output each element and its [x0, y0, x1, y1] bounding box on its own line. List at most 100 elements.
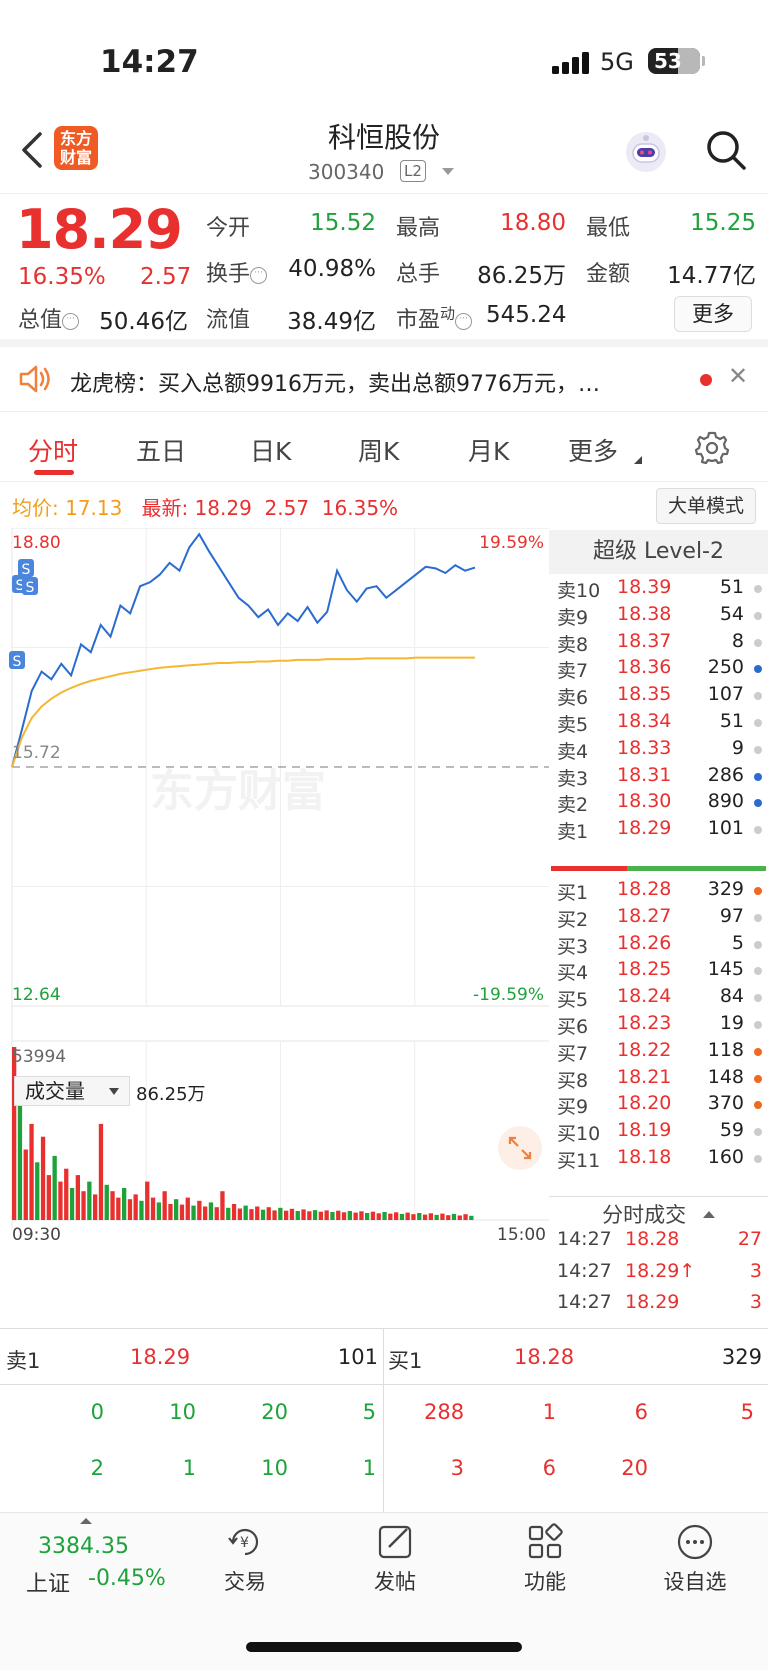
bid-volume: 145: [707, 958, 744, 981]
volume-bar: [23, 1149, 28, 1220]
bid-row[interactable]: 买4 18.25 145: [557, 958, 762, 986]
bid-price: 18.19: [617, 1119, 672, 1142]
ask-price: 18.35: [617, 683, 672, 706]
volume-bar: [52, 1155, 57, 1220]
volume-bar: [29, 1123, 34, 1220]
assistant-robot-icon[interactable]: [624, 130, 668, 174]
tab-intraday[interactable]: 分时: [28, 432, 78, 468]
tab-more[interactable]: 更多: [568, 432, 618, 468]
tab-five-day[interactable]: 五日: [136, 432, 186, 468]
ask-row[interactable]: 卖3 18.31 286: [557, 764, 762, 792]
order-flag-dot: [754, 585, 762, 593]
ask-row[interactable]: 卖4 18.33 9: [557, 737, 762, 765]
ask-level: 卖6: [557, 687, 589, 710]
info-icon[interactable]: ···: [455, 313, 473, 330]
index-name[interactable]: 上证: [26, 1566, 70, 1598]
search-icon[interactable]: [704, 128, 748, 172]
x-tick-start: 09:30: [12, 1225, 61, 1245]
bid-price: 18.20: [617, 1092, 672, 1115]
intraday-chart[interactable]: 东方财富 SS SS 18.80 15.72 12.64 19.59% -19.5…: [0, 528, 549, 1328]
trade-price: 18.29: [625, 1291, 680, 1313]
bid-price: 18.28: [617, 878, 672, 900]
avg-label: 均价:: [12, 496, 59, 520]
trades-title[interactable]: 分时成交: [549, 1196, 768, 1232]
tab-functions[interactable]: 功能: [495, 1522, 595, 1596]
tab-post[interactable]: 发帖: [345, 1522, 445, 1596]
chart-info-line: 均价: 17.13 最新: 18.29 2.57 16.35%: [12, 492, 398, 521]
bid-volume: 97: [719, 904, 744, 927]
bid-row[interactable]: 买10 18.19 59: [557, 1119, 762, 1147]
tab-daily-k[interactable]: 日K: [250, 432, 291, 468]
status-time: 14:27: [100, 44, 199, 80]
order-flag-dot: [754, 1074, 762, 1083]
volume-bar: [330, 1212, 335, 1220]
close-icon[interactable]: ✕: [728, 362, 748, 390]
home-indicator: [246, 1642, 522, 1652]
volume-bar: [214, 1207, 219, 1220]
ask-row[interactable]: 卖6 18.35 107: [557, 683, 762, 711]
volume-bar: [365, 1213, 370, 1220]
bid-level: 买10: [557, 1123, 601, 1146]
bid-row[interactable]: 买3 18.26 5: [557, 932, 762, 960]
volume-bar: [237, 1208, 242, 1220]
trade-time: 14:27: [557, 1259, 612, 1282]
volume-bar: [174, 1199, 179, 1220]
expand-chart-button[interactable]: [498, 1126, 542, 1170]
ask-row[interactable]: 卖2 18.30 890: [557, 790, 762, 818]
open-value: 15.52: [310, 210, 376, 236]
ask-row[interactable]: 卖8 18.37 8: [557, 630, 762, 658]
volume-bar: [150, 1197, 156, 1220]
index-value[interactable]: 3384.35: [38, 1534, 129, 1559]
volume-bar: [220, 1191, 225, 1220]
queue-order-size: 1: [182, 1456, 196, 1480]
level2-badge[interactable]: L2: [400, 160, 426, 182]
index-percent[interactable]: -0.45%: [88, 1566, 166, 1591]
trade-price: 18.28: [625, 1228, 680, 1250]
volume-bar: [434, 1214, 439, 1220]
more-button[interactable]: 更多: [674, 296, 752, 332]
volume-max-label: 53994: [12, 1047, 66, 1067]
tab-trade[interactable]: ¥ 交易: [195, 1522, 295, 1596]
bid-row[interactable]: 买9 18.20 370: [557, 1092, 762, 1120]
ask-row[interactable]: 卖9 18.38 54: [557, 603, 762, 631]
index-expand-icon[interactable]: [80, 1518, 92, 1524]
tab-add-watchlist[interactable]: 设自选: [645, 1522, 745, 1596]
volume-indicator-selector[interactable]: 成交量: [14, 1076, 130, 1106]
code-dropdown-icon[interactable]: [442, 168, 454, 175]
info-icon[interactable]: ···: [62, 313, 80, 330]
tab-monthly-k[interactable]: 月K: [468, 432, 509, 468]
order-flag-dot: [754, 745, 762, 754]
watermark: 东方财富: [150, 766, 326, 817]
bid-row[interactable]: 买6 18.23 19: [557, 1012, 762, 1040]
volume-bar: [122, 1188, 127, 1220]
volume-bars: [12, 1047, 474, 1220]
settings-gear-icon[interactable]: [694, 430, 730, 466]
bid-row[interactable]: 买1 18.28 329: [557, 878, 762, 906]
ask-level: 卖9: [557, 606, 589, 629]
bid-level: 买4: [557, 962, 589, 985]
queue-sell-total: 101: [337, 1345, 378, 1369]
queue-buy-price: 18.28: [514, 1345, 575, 1369]
ask-row[interactable]: 卖5 18.34 51: [557, 710, 762, 738]
ask-row[interactable]: 卖1 18.29 101: [557, 817, 762, 845]
bid-row[interactable]: 买2 18.27 97: [557, 905, 762, 933]
bid-row[interactable]: 买11 18.18 160: [557, 1146, 762, 1174]
ask-row[interactable]: 卖7 18.36 250: [557, 656, 762, 684]
queue-order-size: 6: [634, 1400, 648, 1424]
order-flag-dot: [754, 994, 762, 1003]
ask-row[interactable]: 卖10 18.39 51: [557, 576, 762, 604]
bid-row[interactable]: 买5 18.24 84: [557, 985, 762, 1013]
pe-label-text: 市盈: [396, 308, 441, 333]
order-queue: [0, 1328, 768, 1512]
big-order-mode-button[interactable]: 大单模式: [656, 488, 756, 524]
bid-row[interactable]: 买8 18.21 148: [557, 1066, 762, 1094]
notice-text[interactable]: 龙虎榜：买入总额9916万元，卖出总额9776万元，…: [70, 366, 670, 398]
tab-add-watchlist-label: 设自选: [663, 1570, 727, 1594]
stock-code[interactable]: 300340: [308, 160, 384, 184]
bid-row[interactable]: 买7 18.22 118: [557, 1039, 762, 1067]
tab-weekly-k[interactable]: 周K: [358, 432, 399, 468]
trade-time: 14:27: [557, 1228, 612, 1250]
info-icon[interactable]: ···: [250, 267, 268, 284]
grid-icon: [528, 1523, 563, 1559]
order-flag-dot: [754, 1021, 762, 1029]
